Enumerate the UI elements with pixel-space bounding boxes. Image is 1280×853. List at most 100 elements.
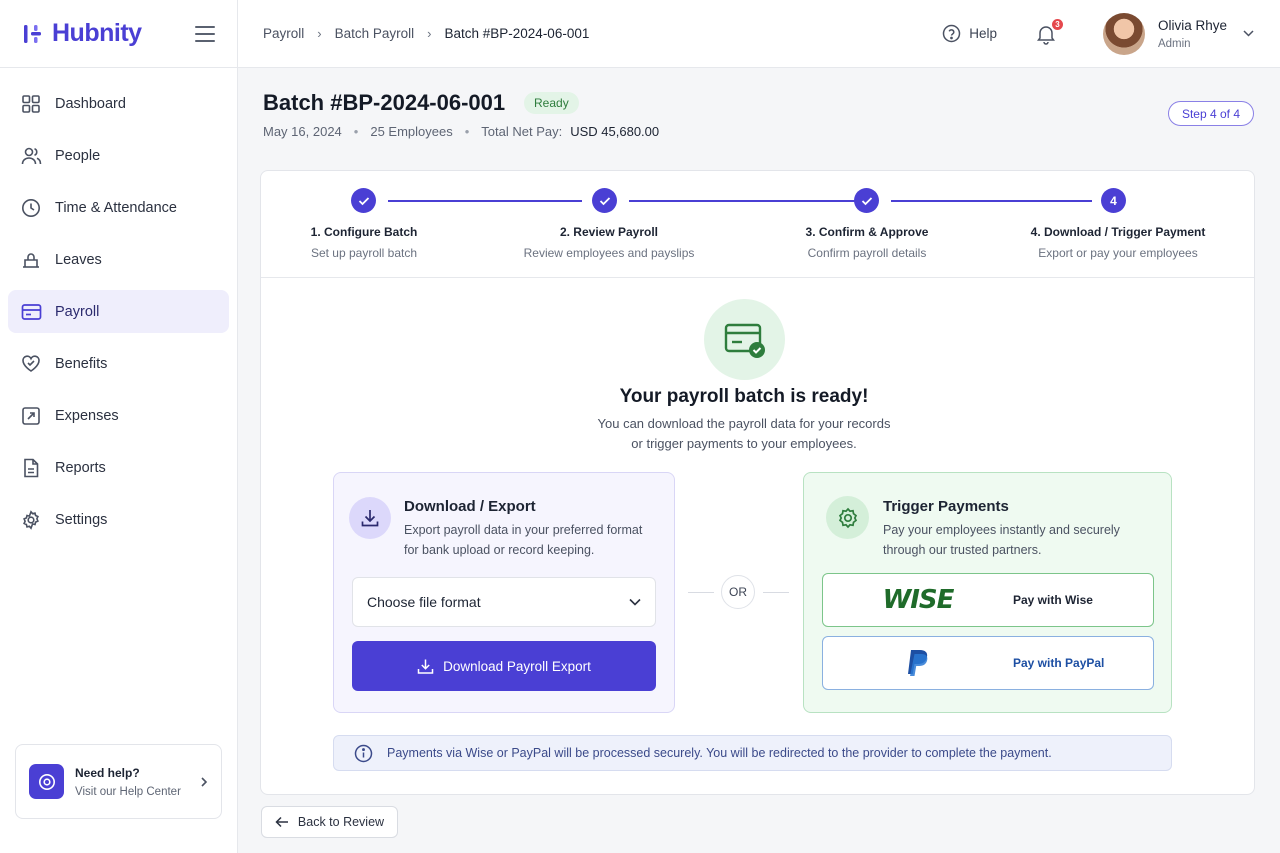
sidebar-item-people[interactable]: People (8, 134, 229, 177)
sidebar-item-label: Reports (55, 459, 106, 476)
sidebar: Hubnity Dashboard People Time & Attendan… (0, 0, 238, 853)
notifications-button[interactable]: 3 (1035, 17, 1064, 45)
step-connector (629, 200, 855, 202)
download-export-button[interactable]: Download Payroll Export (352, 641, 656, 691)
back-to-review-button[interactable]: Back to Review (261, 806, 398, 838)
pay-with-paypal-button[interactable]: Pay with PayPal (822, 636, 1154, 690)
sidebar-item-label: Leaves (55, 251, 102, 268)
secure-payment-notice: Payments via Wise or PayPal will be proc… (333, 735, 1172, 771)
sidebar-item-label: Payroll (55, 303, 100, 320)
batch-meta: May 16, 2024 • 25 Employees • Total Net … (263, 124, 660, 139)
chevron-right-icon: › (427, 26, 432, 41)
sidebar-item-payroll[interactable]: Payroll (8, 290, 229, 333)
gear-icon (20, 509, 42, 531)
wise-logo: WISE (823, 585, 1013, 615)
people-icon (20, 145, 42, 167)
app-name: Hubnity (52, 19, 142, 47)
clock-icon (20, 197, 42, 219)
payroll-icon (20, 301, 42, 323)
batch-date: May 16, 2024 (263, 124, 342, 139)
sidebar-item-expenses[interactable]: Expenses (8, 394, 229, 437)
step-2-check-icon (592, 188, 617, 213)
help-card-subtitle: Visit our Help Center (75, 785, 181, 798)
ready-subtitle: You can download the payroll data for yo… (597, 416, 891, 451)
breadcrumb-current: Batch #BP-2024-06-001 (444, 26, 590, 41)
net-pay-label: Total Net Pay: (481, 124, 563, 139)
leaves-icon (20, 249, 42, 271)
step-1-desc: Set up payroll batch (310, 246, 418, 260)
user-menu[interactable]: Olivia Rhye Admin (1102, 12, 1254, 55)
pay-with-wise-label: Pay with Wise (1013, 593, 1093, 607)
paypal-logo-icon (823, 648, 1013, 678)
notification-count-badge: 3 (1050, 17, 1064, 31)
chevron-down-icon (1243, 30, 1254, 37)
divider-line (763, 592, 789, 593)
export-panel: Download / Export Export payroll data in… (333, 472, 675, 713)
heart-icon (20, 353, 42, 375)
step-2-title: 2. Review Payroll (559, 225, 659, 239)
step-3-check-icon (854, 188, 879, 213)
page-title: Batch #BP-2024-06-001 (263, 90, 506, 115)
sidebar-item-benefits[interactable]: Benefits (8, 342, 229, 385)
payments-panel: Trigger Payments Pay your employees inst… (803, 472, 1172, 713)
menu-toggle-icon[interactable] (195, 25, 215, 42)
topbar: Payroll › Batch Payroll › Batch #BP-2024… (238, 0, 1280, 68)
sidebar-item-dashboard[interactable]: Dashboard (8, 82, 229, 125)
status-badge: Ready (524, 92, 579, 114)
chevron-right-icon (201, 776, 208, 787)
help-label: Help (969, 26, 997, 41)
export-description: Export payroll data in your preferred fo… (404, 523, 643, 557)
sidebar-item-label: Expenses (55, 407, 119, 424)
hubnity-logo-icon (24, 24, 41, 43)
user-name: Olivia Rhye (1157, 17, 1227, 33)
download-export-label: Download Payroll Export (443, 658, 591, 674)
batch-employees: 25 Employees (370, 124, 453, 139)
step-3-desc: Confirm payroll details (807, 246, 927, 260)
user-role: Admin (1157, 37, 1191, 50)
step-4-title: 4. Download / Trigger Payment (1030, 225, 1206, 239)
payments-title: Trigger Payments (883, 498, 1009, 515)
step-connector (891, 200, 1092, 202)
pay-with-wise-button[interactable]: WISE Pay with Wise (822, 573, 1154, 627)
sidebar-item-label: Benefits (55, 355, 108, 372)
divider-line (688, 592, 714, 593)
stepper: 4 1. Configure Batch Set up payroll batc… (261, 171, 1254, 278)
sidebar-item-label: Settings (55, 511, 108, 528)
net-pay-value: USD 45,680.00 (570, 124, 660, 139)
help-circle-icon (942, 24, 961, 43)
step-4-number: 4 (1101, 188, 1126, 213)
expenses-icon (20, 405, 42, 427)
step-connector (388, 200, 582, 202)
download-icon (417, 659, 434, 674)
step-indicator: Step 4 of 4 (1168, 101, 1254, 126)
sidebar-item-time-attendance[interactable]: Time & Attendance (8, 186, 229, 229)
arrow-left-icon (275, 816, 288, 828)
help-card-title: Need help? (75, 765, 140, 780)
step-3-title: 3. Confirm & Approve (805, 225, 929, 239)
help-button[interactable]: Help (942, 24, 997, 43)
info-icon (354, 744, 373, 762)
sidebar-nav: Dashboard People Time & Attendance Leave… (0, 68, 237, 541)
breadcrumb-payroll[interactable]: Payroll (263, 26, 304, 41)
file-format-select[interactable]: Choose file format (352, 577, 656, 627)
pay-with-paypal-label: Pay with PayPal (1013, 656, 1105, 670)
chevron-right-icon: › (317, 26, 322, 41)
sidebar-item-settings[interactable]: Settings (8, 498, 229, 541)
breadcrumb: Payroll › Batch Payroll › Batch #BP-2024… (263, 26, 942, 41)
help-center-card[interactable]: Need help? Visit our Help Center (15, 744, 222, 819)
step-4-desc: Export or pay your employees (1038, 246, 1198, 260)
logo-row: Hubnity (0, 0, 237, 68)
secure-payment-message: Payments via Wise or PayPal will be proc… (387, 746, 1052, 760)
dashboard-icon (20, 93, 42, 115)
app-logo[interactable]: Hubnity (22, 19, 195, 48)
sidebar-item-reports[interactable]: Reports (8, 446, 229, 489)
chevron-down-icon (629, 598, 641, 606)
or-divider: OR (721, 575, 755, 609)
payroll-ready-icon (704, 299, 785, 380)
breadcrumb-batch-payroll[interactable]: Batch Payroll (335, 26, 415, 41)
avatar (1102, 12, 1145, 55)
sidebar-item-leaves[interactable]: Leaves (8, 238, 229, 281)
back-to-review-label: Back to Review (297, 815, 385, 829)
report-icon (20, 457, 42, 479)
sidebar-item-label: Dashboard (55, 95, 126, 112)
